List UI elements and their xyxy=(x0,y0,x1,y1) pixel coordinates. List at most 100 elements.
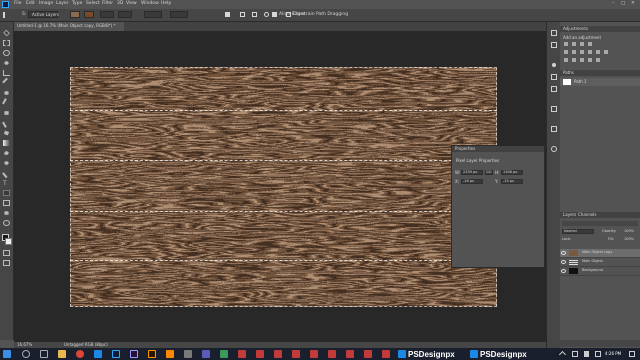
gradient-map-icon[interactable] xyxy=(588,58,592,62)
photoshop-taskbar-icon[interactable] xyxy=(112,350,120,358)
menu-type[interactable]: Type xyxy=(72,1,82,7)
curves-icon[interactable] xyxy=(580,42,584,46)
crop-tool-icon[interactable] xyxy=(3,70,10,76)
selective-color-icon[interactable] xyxy=(596,58,600,62)
minimize-icon[interactable]: – xyxy=(612,1,614,7)
app-icon[interactable] xyxy=(184,350,192,358)
app-icon[interactable] xyxy=(364,350,372,358)
fill-swatch[interactable] xyxy=(70,11,80,18)
app-icon[interactable] xyxy=(292,350,300,358)
hue-saturation-icon[interactable] xyxy=(572,50,576,54)
path-arrange-icon[interactable] xyxy=(252,12,257,17)
menu-select[interactable]: Select xyxy=(86,1,100,7)
clock[interactable]: 4:26 PM xyxy=(605,352,621,356)
paths-title[interactable]: Paths xyxy=(563,71,574,75)
height-field[interactable] xyxy=(170,11,188,18)
brush-settings-icon[interactable] xyxy=(551,62,557,68)
quick-select-tool-icon[interactable] xyxy=(4,61,9,65)
volume-icon[interactable] xyxy=(584,351,589,357)
maximize-icon[interactable]: □ xyxy=(621,1,625,7)
clone-stamp-tool-icon[interactable] xyxy=(4,111,9,115)
height-field[interactable]: 1306 px xyxy=(501,170,523,175)
app-icon[interactable] xyxy=(202,350,210,358)
vlc-icon[interactable] xyxy=(166,350,174,358)
type-tool-icon[interactable]: T xyxy=(3,180,10,187)
menu-layer[interactable]: Layer xyxy=(56,1,69,7)
stroke-type-dropdown[interactable] xyxy=(118,11,132,18)
photo-filter-icon[interactable] xyxy=(596,50,600,54)
pen-tool-icon[interactable] xyxy=(2,167,13,179)
path-item[interactable]: Path 1 xyxy=(560,78,640,86)
app-icon[interactable] xyxy=(346,350,354,358)
blend-mode-dropdown[interactable]: Normal xyxy=(562,229,594,234)
width-field[interactable]: 2339 px xyxy=(461,170,483,175)
file-explorer-icon[interactable] xyxy=(58,350,66,358)
styles-icon[interactable] xyxy=(551,126,557,132)
color-balance-icon[interactable] xyxy=(580,50,584,54)
constrain-checkbox[interactable] xyxy=(286,12,291,17)
posterize-icon[interactable] xyxy=(572,58,576,62)
menu-filter[interactable]: Filter xyxy=(102,1,113,7)
select-dropdown[interactable]: Active Layers xyxy=(28,11,59,18)
menu-help[interactable]: Help xyxy=(161,1,171,7)
eraser-tool-icon[interactable] xyxy=(3,130,10,136)
app-icon[interactable] xyxy=(310,350,318,358)
menu-3d[interactable]: 3D xyxy=(117,1,123,7)
app-icon[interactable] xyxy=(220,350,228,358)
move-tool-icon[interactable] xyxy=(3,29,10,37)
tab-channels[interactable]: Channels xyxy=(578,213,597,217)
shape-tool-icon[interactable] xyxy=(3,200,10,206)
healing-brush-tool-icon[interactable] xyxy=(4,91,9,95)
brush-tool-icon[interactable] xyxy=(2,98,13,108)
path-selection-tool-icon[interactable] xyxy=(3,190,10,196)
link-toggle[interactable]: GO xyxy=(485,170,493,175)
language-icon[interactable] xyxy=(595,351,601,357)
ps-logo-icon[interactable] xyxy=(2,1,9,8)
black-white-icon[interactable] xyxy=(588,50,592,54)
menu-file[interactable]: File xyxy=(14,1,22,7)
menu-window[interactable]: Window xyxy=(141,1,159,7)
history-brush-tool-icon[interactable] xyxy=(2,118,13,128)
visibility-eye-icon[interactable] xyxy=(561,269,566,273)
notifications-icon[interactable] xyxy=(629,351,635,357)
paragraph-icon[interactable] xyxy=(551,86,557,92)
stroke-width-field[interactable] xyxy=(100,11,114,18)
chrome-icon[interactable] xyxy=(76,350,84,358)
x-field[interactable]: -16 px xyxy=(461,179,483,184)
tab-layers[interactable]: Layers xyxy=(563,213,576,217)
align-edges-checkbox[interactable] xyxy=(272,12,277,17)
path-ops-icon[interactable] xyxy=(225,12,230,17)
eyedropper-tool-icon[interactable] xyxy=(2,77,13,89)
visibility-eye-icon[interactable] xyxy=(561,260,566,264)
exposure-icon[interactable] xyxy=(588,42,592,46)
opacity-value[interactable]: 100% xyxy=(624,229,634,234)
info-icon[interactable] xyxy=(551,146,557,152)
menu-edit[interactable]: Edit xyxy=(26,1,35,7)
vibrance-icon[interactable] xyxy=(564,50,568,54)
character-icon[interactable] xyxy=(551,74,557,80)
stroke-swatch[interactable] xyxy=(84,11,94,18)
blur-tool-icon[interactable] xyxy=(4,151,9,155)
width-field[interactable] xyxy=(144,11,162,18)
properties-icon[interactable] xyxy=(551,42,557,48)
lasso-tool-icon[interactable] xyxy=(3,50,10,56)
brightness-contrast-icon[interactable] xyxy=(564,42,568,46)
search-icon[interactable] xyxy=(22,350,30,358)
network-icon[interactable] xyxy=(572,351,578,357)
document-tab[interactable]: Untitled-1 @ 16.7% (Main Object copy, RG… xyxy=(14,22,124,31)
levels-icon[interactable] xyxy=(572,42,576,46)
screen-mode-icon[interactable] xyxy=(3,260,10,266)
hand-tool-icon[interactable] xyxy=(4,211,9,215)
edge-icon[interactable] xyxy=(94,350,102,358)
invert-icon[interactable] xyxy=(564,58,568,62)
layer-filter-bar[interactable] xyxy=(562,221,638,226)
gradient-tool-icon[interactable] xyxy=(3,140,10,146)
zoom-tool-icon[interactable] xyxy=(3,220,10,226)
gear-icon[interactable] xyxy=(264,12,269,17)
menu-image[interactable]: Image xyxy=(39,1,53,7)
y-field[interactable]: -15 px xyxy=(501,179,523,184)
app-icon[interactable] xyxy=(382,350,390,358)
task-view-icon[interactable] xyxy=(40,350,48,358)
app-icon[interactable] xyxy=(328,350,336,358)
layer-row-main-object[interactable]: Main Object xyxy=(560,258,640,267)
